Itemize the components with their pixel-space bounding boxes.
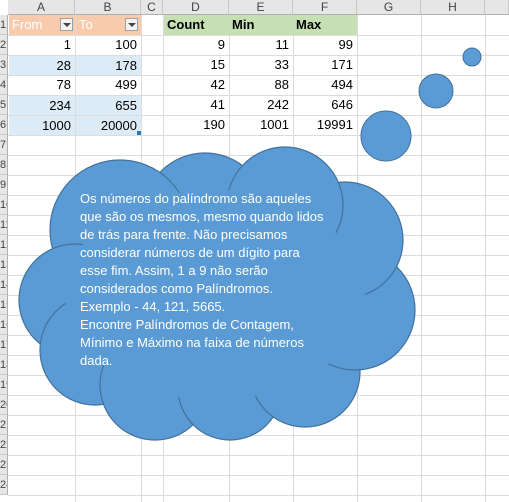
callout-line: Encontre Palíndromos de Contagem,	[80, 317, 294, 332]
callout-text: Os números do palíndromo são aqueles que…	[80, 190, 340, 370]
callout-line: de trás para frente. Não precisamos	[80, 227, 288, 242]
callout-line: considerados como Palíndromos.	[80, 281, 273, 296]
callout-line: Os números do palíndromo são aqueles	[80, 191, 312, 206]
callout-line: esse fim. Assim, 1 a 9 não serão	[80, 263, 268, 278]
callout-line: que são os mesmos, mesmo quando lidos	[80, 209, 324, 224]
callout-line: dada.	[80, 353, 113, 368]
callout-line: Exemplo - 44, 121, 5665.	[80, 299, 226, 314]
callout-line: considerar números de um dígito para	[80, 245, 300, 260]
callout-line: Mínimo e Máximo na faixa de números	[80, 335, 304, 350]
